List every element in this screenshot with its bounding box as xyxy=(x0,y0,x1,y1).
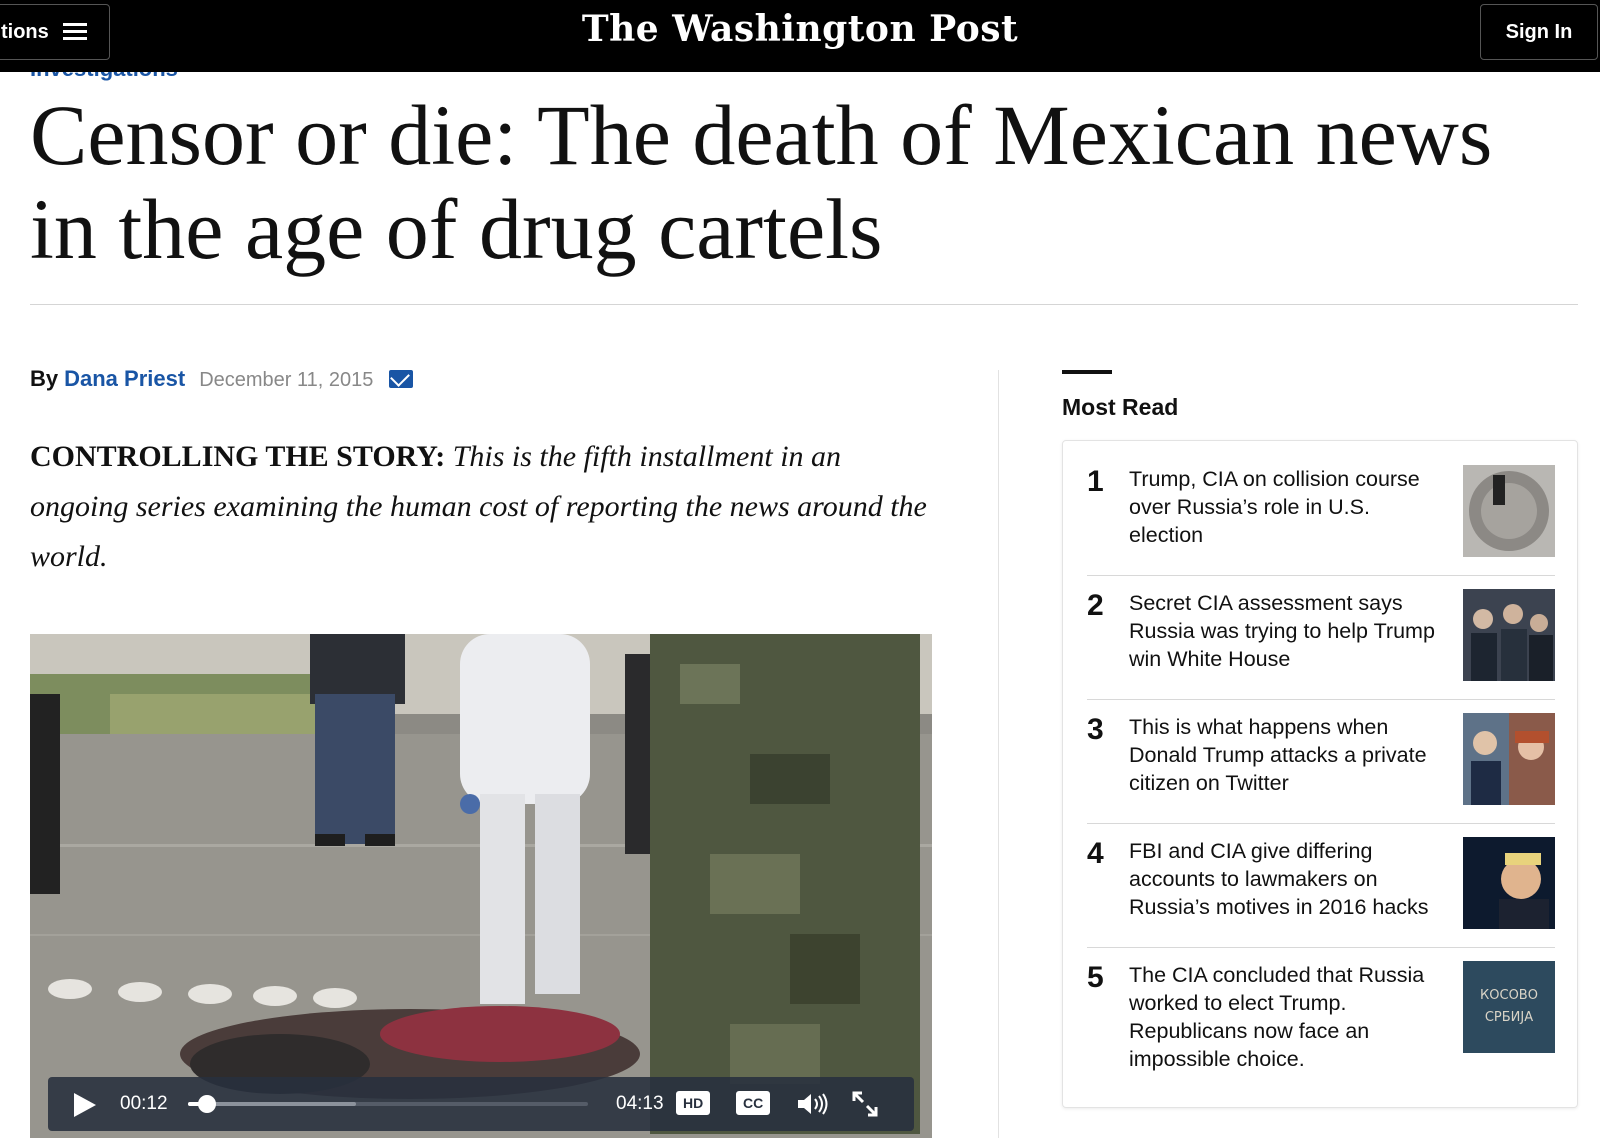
list-separator xyxy=(1087,575,1555,576)
most-read-item[interactable]: 4 FBI and CIA give differing accounts to… xyxy=(1087,837,1555,953)
byline-prefix: By xyxy=(30,366,59,391)
article-headline: Censor or die: The death of Mexican news… xyxy=(30,87,1493,277)
sign-in-button[interactable]: Sign In xyxy=(1480,4,1598,60)
most-read-title: Most Read xyxy=(1062,394,1179,420)
article-intro: CONTROLLING THE STORY: This is the fifth… xyxy=(30,432,930,582)
hd-button[interactable]: HD xyxy=(676,1091,711,1115)
publish-date: December 11, 2015 xyxy=(199,369,374,391)
current-time: 00:12 xyxy=(120,1093,168,1114)
most-read-headline[interactable]: The CIA concluded that Russia worked to … xyxy=(1129,961,1449,1073)
video-controls-bar: 00:12 04:13 HD CC xyxy=(48,1077,914,1131)
most-read-headline[interactable]: This is what happens when Donald Trump a… xyxy=(1129,713,1449,797)
author-link[interactable]: Dana Priest xyxy=(64,366,185,392)
email-author-icon[interactable] xyxy=(389,370,414,388)
fullscreen-icon[interactable] xyxy=(852,1091,878,1117)
list-separator xyxy=(1087,947,1555,948)
graffiti-photo-icon[interactable]: КОСОВО СРБИЈА xyxy=(1463,961,1555,1053)
most-read-item[interactable]: 1 Trump, CIA on collision course over Ru… xyxy=(1087,465,1555,581)
total-time: 04:13 xyxy=(616,1093,664,1114)
scrubber-handle[interactable] xyxy=(197,1095,216,1113)
video-player[interactable]: 00:12 04:13 HD CC xyxy=(30,634,932,1138)
graffiti-text: КОСОВО xyxy=(1480,988,1538,1003)
most-read-headline[interactable]: Secret CIA assessment says Russia was tr… xyxy=(1129,589,1449,673)
volume-icon[interactable] xyxy=(796,1093,830,1115)
list-separator xyxy=(1087,699,1555,700)
speaker-photo-icon[interactable] xyxy=(1463,837,1555,929)
portraits-photo-icon[interactable] xyxy=(1463,713,1555,805)
rank-number: 5 xyxy=(1087,961,1104,994)
most-read-item[interactable]: 5 The CIA concluded that Russia worked t… xyxy=(1087,961,1555,1077)
video-progress-bar[interactable] xyxy=(188,1095,588,1113)
most-read-item[interactable]: 2 Secret CIA assessment says Russia was … xyxy=(1087,589,1555,705)
rank-number: 1 xyxy=(1087,465,1104,498)
byline: By Dana Priest December 11, 2015 xyxy=(30,366,414,392)
video-frame-image xyxy=(30,634,932,1138)
rank-number: 3 xyxy=(1087,713,1104,746)
closed-captions-button[interactable]: CC xyxy=(736,1091,771,1115)
most-read-accent-bar xyxy=(1062,370,1112,374)
graffiti-text: СРБИЈА xyxy=(1485,1010,1533,1025)
headline-divider xyxy=(30,304,1578,305)
list-separator xyxy=(1087,823,1555,824)
column-divider xyxy=(998,370,999,1138)
cia-seal-photo-icon[interactable] xyxy=(1463,465,1555,557)
play-icon[interactable] xyxy=(74,1093,96,1117)
top-nav-bar: tions The Washington Post Sign In xyxy=(0,0,1600,72)
rank-number: 2 xyxy=(1087,589,1104,622)
masthead-logo[interactable]: The Washington Post xyxy=(0,8,1600,50)
most-read-item[interactable]: 3 This is what happens when Donald Trump… xyxy=(1087,713,1555,829)
crowd-photo-icon[interactable] xyxy=(1463,589,1555,681)
most-read-list: 1 Trump, CIA on collision course over Ru… xyxy=(1062,440,1578,1108)
rank-number: 4 xyxy=(1087,837,1104,870)
most-read-headline[interactable]: FBI and CIA give differing accounts to l… xyxy=(1129,837,1449,921)
intro-lead: CONTROLLING THE STORY: xyxy=(30,440,446,473)
most-read-headline[interactable]: Trump, CIA on collision course over Russ… xyxy=(1129,465,1449,549)
